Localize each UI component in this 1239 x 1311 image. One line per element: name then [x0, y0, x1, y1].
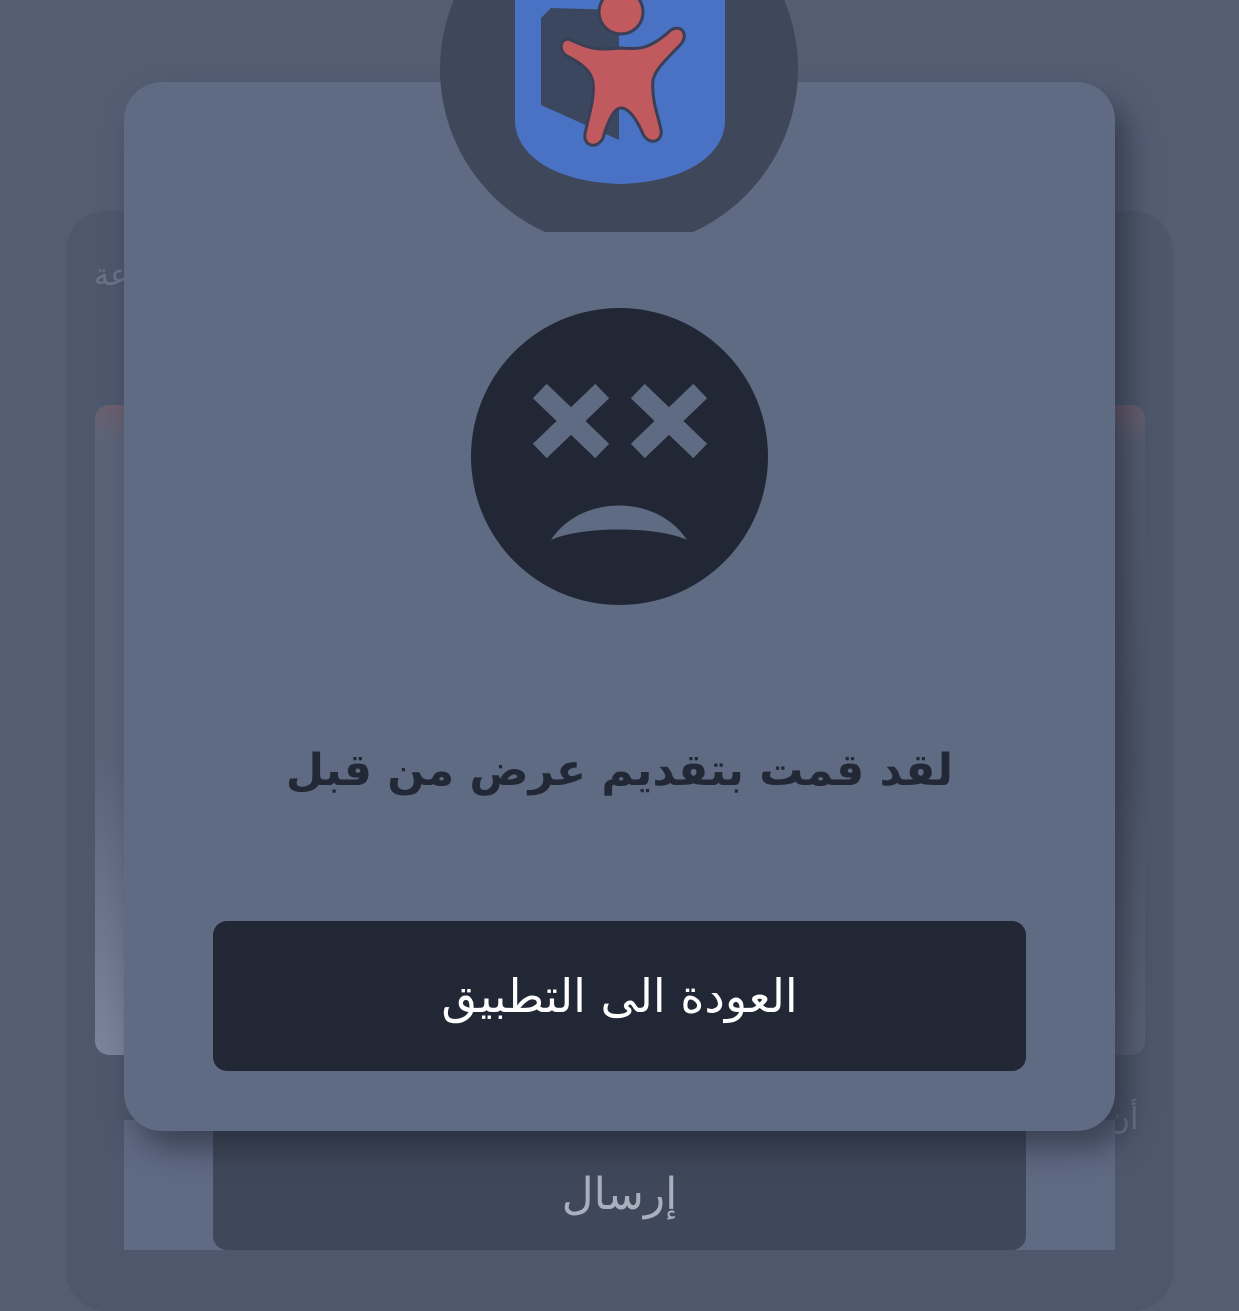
- back-to-app-button[interactable]: العودة الى التطبيق: [213, 921, 1026, 1071]
- child-shield-logo-icon: [515, 0, 725, 184]
- error-message: لقد قمت بتقديم عرض من قبل: [285, 745, 954, 796]
- sad-face-icon: [471, 308, 768, 605]
- background-text-fragment: عة: [94, 258, 128, 293]
